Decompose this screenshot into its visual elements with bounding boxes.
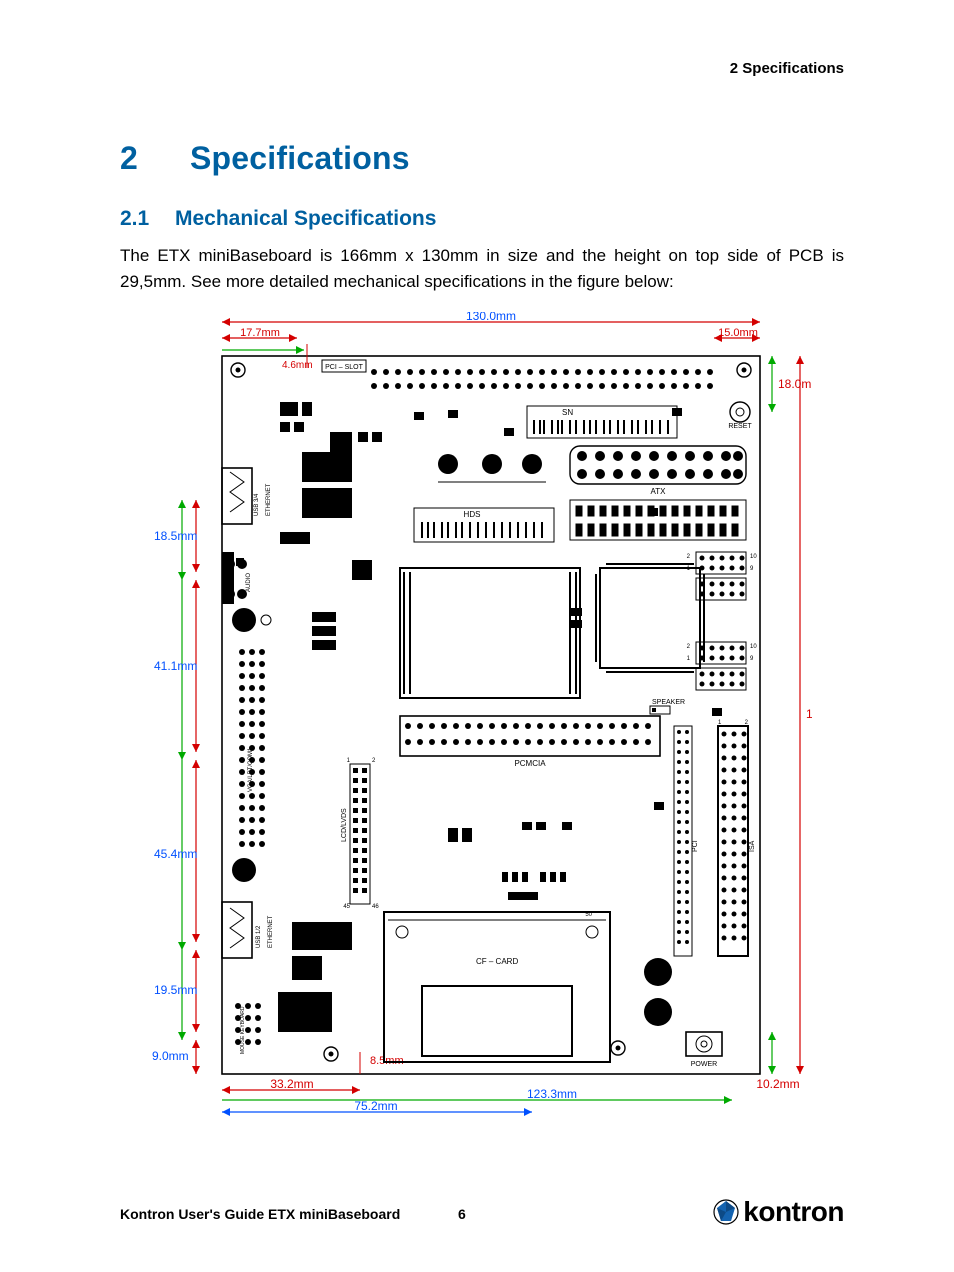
mechanical-drawing-figure: 130.0mm 17.7mm 15.0mm: [152, 312, 812, 1128]
dim-left-1: 18.5mm: [154, 529, 197, 543]
dim-pci-top: 4.6mm: [282, 360, 313, 371]
svg-text:10: 10: [750, 554, 757, 560]
label-mouse-kb: MOUSE KEYBOARD: [240, 1006, 246, 1054]
kontron-icon: [713, 1199, 739, 1225]
label-eth-b: ETHERNET: [268, 915, 274, 948]
dim-left-5: 9.0mm: [152, 1049, 189, 1063]
footer-title: Kontron User's Guide ETX miniBaseboard: [120, 1206, 400, 1222]
brand-name: kontron: [743, 1196, 844, 1227]
dim-top-width: 130.0mm: [466, 312, 516, 323]
dim-right-top: 18.0mm: [778, 377, 812, 391]
running-header: 2 Specifications: [730, 60, 844, 77]
dim-bot-2: 75.2mm: [354, 1099, 397, 1113]
dim-right-bottom: 10.2mm: [756, 1077, 799, 1091]
dim-bot-1: 33.2mm: [270, 1077, 313, 1091]
page-footer: Kontron User's Guide ETX miniBaseboard 6…: [120, 1182, 844, 1222]
footer-page-number: 6: [458, 1206, 466, 1222]
paragraph-intro: The ETX miniBaseboard is 166mm x 130mm i…: [120, 243, 844, 296]
heading-1-number: 2: [120, 140, 190, 177]
brand-logo: kontron: [713, 1196, 844, 1228]
label-usb12: USB 1/2: [256, 925, 262, 948]
label-isa: ISA: [749, 840, 756, 852]
label-reset: RESET: [728, 423, 752, 430]
dim-bot-3: 123.3mm: [527, 1087, 577, 1101]
label-eth-a: ETHERNET: [266, 483, 272, 516]
label-sn: SN: [562, 408, 573, 417]
dim-left-3: 45.4mm: [154, 847, 197, 861]
dim-right-height: 166.0mm: [806, 707, 812, 721]
svg-text:10: 10: [750, 644, 757, 650]
heading-1-title: Specifications: [190, 140, 410, 176]
svg-text:45: 45: [343, 904, 350, 910]
label-power: POWER: [691, 1061, 717, 1068]
dim-left-2: 41.1mm: [154, 659, 197, 673]
label-pci: PCI: [692, 840, 699, 852]
label-hds: HDS: [464, 510, 481, 519]
heading-2-title: Mechanical Specifications: [175, 207, 436, 230]
heading-1: 2Specifications: [120, 140, 844, 177]
label-atx: ATX: [651, 487, 667, 496]
label-speaker: SPEAKER: [652, 699, 685, 706]
pcb-drawing-svg: 130.0mm 17.7mm 15.0mm: [152, 312, 812, 1128]
label-audio: AUDIO: [246, 572, 252, 591]
label-pci-slot: PCI – SLOT: [325, 364, 363, 371]
svg-text:46: 46: [372, 904, 379, 910]
dim-top-left: 17.7mm: [240, 327, 280, 339]
label-vga: VGA/LPT/COM1: [248, 747, 254, 792]
svg-text:50: 50: [585, 912, 592, 918]
heading-2: 2.1Mechanical Specifications: [120, 207, 844, 231]
dim-top-right: 15.0mm: [718, 327, 758, 339]
heading-2-number: 2.1: [120, 207, 175, 231]
dim-left-4: 19.5mm: [154, 983, 197, 997]
label-usb34: USB 3/4: [254, 493, 260, 516]
label-pcmcia: PCMCIA: [514, 759, 546, 768]
label-lcd-lvds: LCD/LVDS: [341, 808, 348, 842]
label-cf-card: CF – CARD: [476, 957, 518, 966]
